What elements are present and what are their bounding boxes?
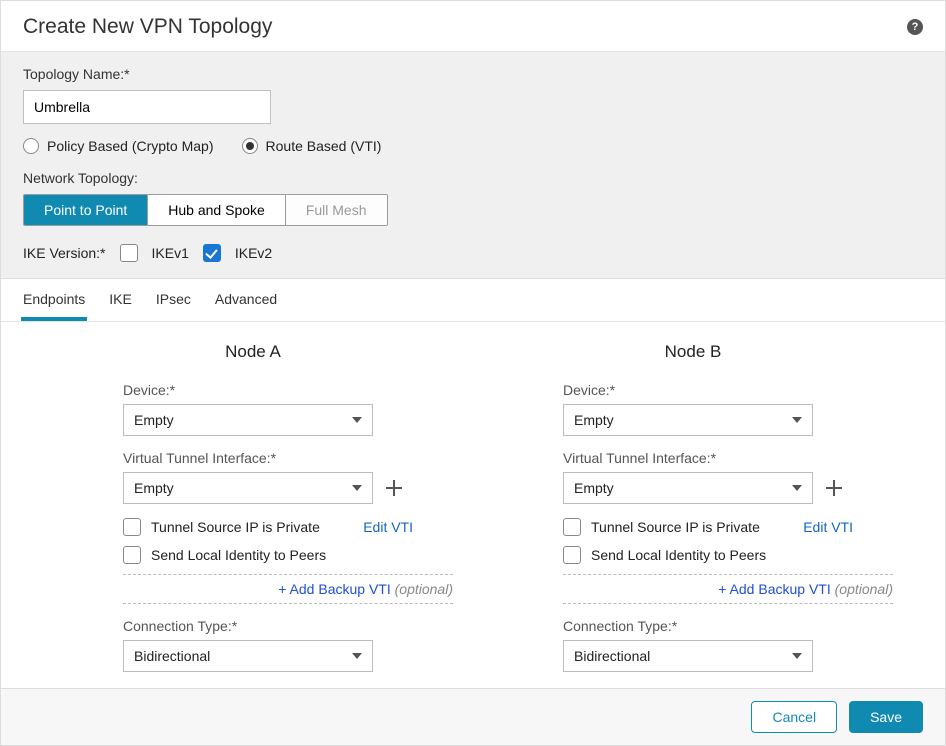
node-b-conn-type-label: Connection Type:*: [563, 618, 893, 634]
dialog-title: Create New VPN Topology: [23, 15, 272, 39]
ike-version-row: IKE Version:* IKEv1 IKEv2: [23, 244, 923, 262]
divider: [563, 574, 893, 575]
topology-mesh-button[interactable]: Full Mesh: [286, 195, 387, 225]
divider: [123, 574, 453, 575]
node-b: Node B Device:* Empty Virtual Tunnel Int…: [493, 342, 893, 678]
node-b-device-value: Empty: [574, 412, 614, 428]
node-b-send-local-label: Send Local Identity to Peers: [591, 547, 766, 563]
node-a-vti-value: Empty: [134, 480, 174, 496]
node-b-add-backup-vti[interactable]: + Add Backup VTI (optional): [563, 581, 893, 597]
ikev1-label: IKEv1: [152, 245, 189, 261]
topology-name-label: Topology Name:*: [23, 66, 923, 82]
node-a-add-backup-vti[interactable]: + Add Backup VTI (optional): [123, 581, 453, 597]
node-b-vti-select[interactable]: Empty: [563, 472, 813, 504]
chevron-down-icon: [792, 485, 802, 491]
topology-name-input[interactable]: [23, 90, 271, 124]
network-topology-segmented: Point to Point Hub and Spoke Full Mesh: [23, 194, 388, 226]
node-a: Node A Device:* Empty Virtual Tunnel Int…: [53, 342, 453, 678]
policy-based-label: Policy Based (Crypto Map): [47, 138, 214, 154]
chevron-down-icon: [352, 485, 362, 491]
divider: [563, 603, 893, 604]
ikev2-label: IKEv2: [235, 245, 272, 261]
network-topology-label: Network Topology:: [23, 170, 923, 186]
topology-hub-button[interactable]: Hub and Spoke: [148, 195, 286, 225]
ikev2-checkbox[interactable]: [203, 244, 221, 262]
tab-advanced[interactable]: Advanced: [213, 279, 279, 321]
radio-icon: [23, 138, 39, 154]
node-b-vti-value: Empty: [574, 480, 614, 496]
tab-ike[interactable]: IKE: [107, 279, 134, 321]
node-a-device-select[interactable]: Empty: [123, 404, 373, 436]
node-a-title: Node A: [53, 342, 453, 362]
node-b-conn-type-value: Bidirectional: [574, 648, 650, 664]
vpn-topology-dialog: Create New VPN Topology ? Topology Name:…: [0, 0, 946, 746]
top-config-panel: Topology Name:* Policy Based (Crypto Map…: [1, 52, 945, 279]
node-b-add-vti-icon[interactable]: [823, 477, 845, 499]
vpn-type-radio-group: Policy Based (Crypto Map) Route Based (V…: [23, 138, 923, 154]
node-b-title: Node B: [493, 342, 893, 362]
divider: [123, 603, 453, 604]
node-b-device-select[interactable]: Empty: [563, 404, 813, 436]
route-based-radio[interactable]: Route Based (VTI): [242, 138, 382, 154]
node-a-conn-type-label: Connection Type:*: [123, 618, 453, 634]
node-b-vti-label: Virtual Tunnel Interface:*: [563, 450, 893, 466]
node-a-device-label: Device:*: [123, 382, 453, 398]
config-tabs: Endpoints IKE IPsec Advanced: [1, 279, 945, 322]
node-a-vti-select[interactable]: Empty: [123, 472, 373, 504]
save-button[interactable]: Save: [849, 701, 923, 733]
tab-ipsec[interactable]: IPsec: [154, 279, 193, 321]
help-icon[interactable]: ?: [907, 19, 923, 35]
node-b-edit-vti-link[interactable]: Edit VTI: [803, 519, 893, 535]
node-a-vti-label: Virtual Tunnel Interface:*: [123, 450, 453, 466]
node-a-add-vti-icon[interactable]: [383, 477, 405, 499]
endpoints-panel: Node A Device:* Empty Virtual Tunnel Int…: [1, 322, 945, 688]
chevron-down-icon: [352, 653, 362, 659]
topology-p2p-button[interactable]: Point to Point: [24, 195, 148, 225]
node-b-tunnel-private-label: Tunnel Source IP is Private: [591, 519, 760, 535]
node-b-send-local-checkbox[interactable]: [563, 546, 581, 564]
chevron-down-icon: [792, 653, 802, 659]
ikev1-checkbox[interactable]: [120, 244, 138, 262]
chevron-down-icon: [352, 417, 362, 423]
node-a-tunnel-private-checkbox[interactable]: [123, 518, 141, 536]
dialog-footer: Cancel Save: [1, 688, 945, 745]
policy-based-radio[interactable]: Policy Based (Crypto Map): [23, 138, 214, 154]
node-a-send-local-checkbox[interactable]: [123, 546, 141, 564]
radio-icon: [242, 138, 258, 154]
node-b-tunnel-private-checkbox[interactable]: [563, 518, 581, 536]
node-a-device-value: Empty: [134, 412, 174, 428]
dialog-header: Create New VPN Topology ?: [1, 1, 945, 52]
route-based-label: Route Based (VTI): [266, 138, 382, 154]
node-a-send-local-label: Send Local Identity to Peers: [151, 547, 326, 563]
node-a-edit-vti-link[interactable]: Edit VTI: [363, 519, 453, 535]
ike-version-label: IKE Version:*: [23, 245, 106, 261]
tab-endpoints[interactable]: Endpoints: [21, 279, 87, 321]
chevron-down-icon: [792, 417, 802, 423]
cancel-button[interactable]: Cancel: [751, 701, 837, 733]
node-a-tunnel-private-label: Tunnel Source IP is Private: [151, 519, 320, 535]
node-b-device-label: Device:*: [563, 382, 893, 398]
node-b-conn-type-select[interactable]: Bidirectional: [563, 640, 813, 672]
node-a-conn-type-select[interactable]: Bidirectional: [123, 640, 373, 672]
node-a-conn-type-value: Bidirectional: [134, 648, 210, 664]
